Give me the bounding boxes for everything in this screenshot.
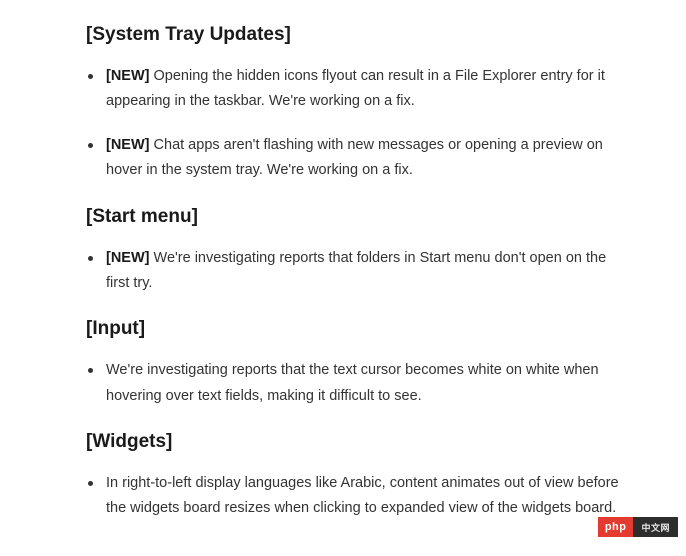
section-list: We're investigating reports that the tex… bbox=[86, 358, 626, 409]
item-text: Chat apps aren't flashing with new messa… bbox=[106, 137, 603, 178]
watermark-badge: php 中文网 bbox=[598, 517, 678, 537]
new-tag: [NEW] bbox=[106, 137, 150, 153]
item-text: Opening the hidden icons flyout can resu… bbox=[106, 68, 605, 109]
item-text: We're investigating reports that the tex… bbox=[106, 362, 599, 403]
section-list: [NEW] We're investigating reports that f… bbox=[86, 246, 626, 297]
new-tag: [NEW] bbox=[106, 250, 150, 266]
section-heading: [Start menu] bbox=[86, 206, 626, 228]
list-item: In right-to-left display languages like … bbox=[106, 471, 626, 522]
list-item: [NEW] Opening the hidden icons flyout ca… bbox=[106, 64, 626, 115]
document-content: [System Tray Updates] [NEW] Opening the … bbox=[0, 0, 686, 556]
list-item: We're investigating reports that the tex… bbox=[106, 358, 626, 409]
item-text: In right-to-left display languages like … bbox=[106, 475, 619, 516]
section-start-menu: [Start menu] [NEW] We're investigating r… bbox=[86, 206, 626, 297]
section-heading: [Widgets] bbox=[86, 431, 626, 453]
section-widgets: [Widgets] In right-to-left display langu… bbox=[86, 431, 626, 522]
list-item: [NEW] Chat apps aren't flashing with new… bbox=[106, 133, 626, 184]
list-item: [NEW] We're investigating reports that f… bbox=[106, 246, 626, 297]
section-input: [Input] We're investigating reports that… bbox=[86, 318, 626, 409]
section-heading: [Input] bbox=[86, 318, 626, 340]
new-tag: [NEW] bbox=[106, 68, 150, 84]
section-list: In right-to-left display languages like … bbox=[86, 471, 626, 522]
watermark-left: php bbox=[598, 517, 634, 537]
section-heading: [System Tray Updates] bbox=[86, 24, 626, 46]
section-list: [NEW] Opening the hidden icons flyout ca… bbox=[86, 64, 626, 184]
section-system-tray: [System Tray Updates] [NEW] Opening the … bbox=[86, 24, 626, 184]
watermark-right: 中文网 bbox=[633, 517, 678, 537]
item-text: We're investigating reports that folders… bbox=[106, 250, 606, 291]
